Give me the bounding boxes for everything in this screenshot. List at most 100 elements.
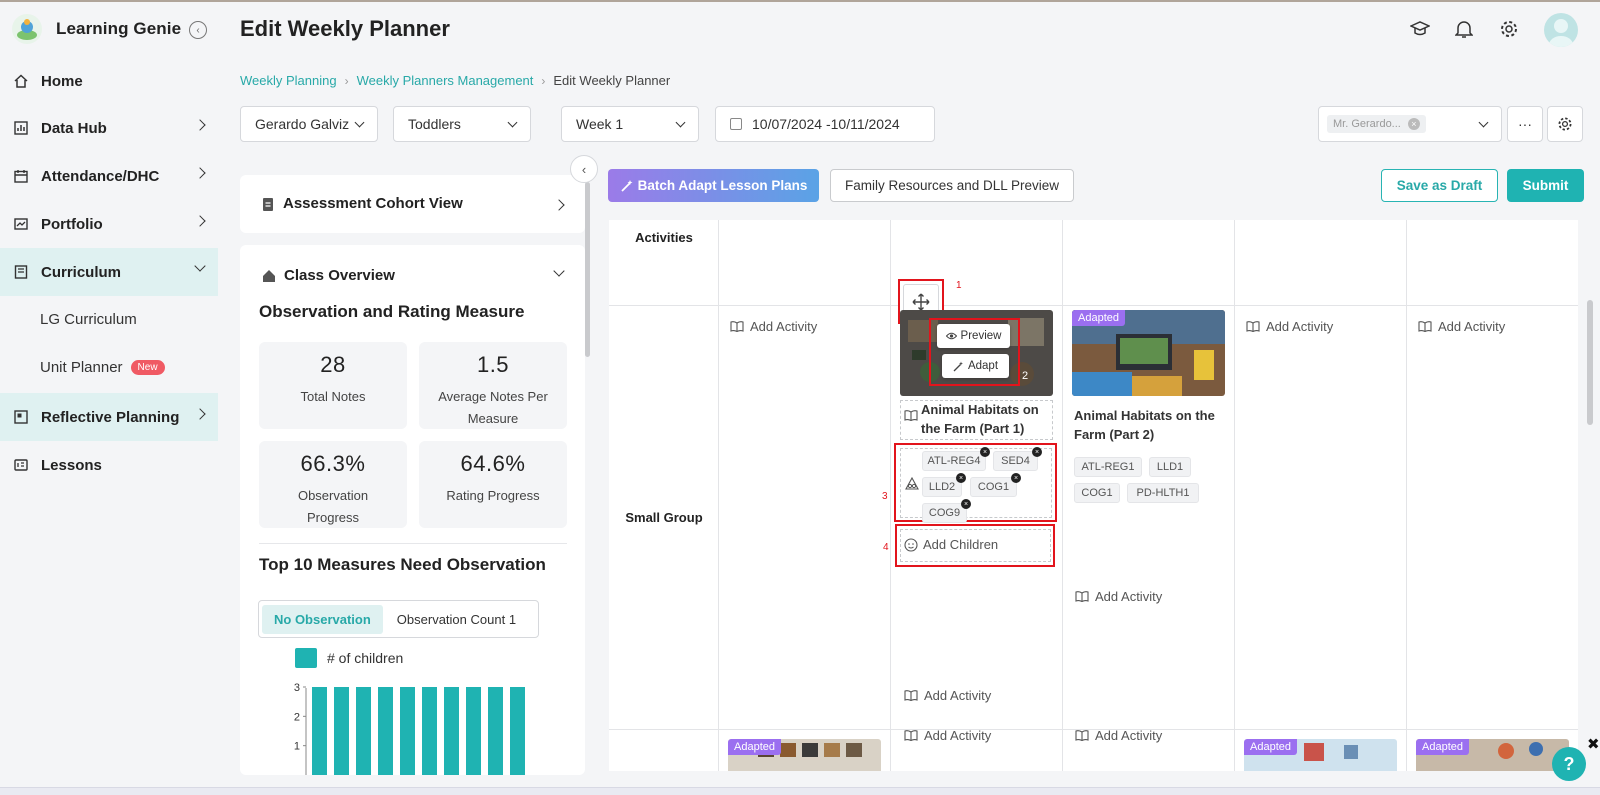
collapse-panel-icon[interactable]: ‹ <box>570 155 598 183</box>
stat-label: Average Notes Per Measure <box>438 389 548 426</box>
sidebar-item-attendance[interactable]: Attendance/DHC <box>0 152 218 200</box>
class-overview-header[interactable]: Class Overview <box>262 267 395 284</box>
group-select[interactable]: Toddlers <box>393 106 531 142</box>
remove-tag-icon[interactable]: × <box>980 447 990 457</box>
batch-adapt-button[interactable]: Batch Adapt Lesson Plans <box>608 169 819 202</box>
chevron-down-icon[interactable] <box>553 265 565 277</box>
remove-tag-icon[interactable]: × <box>961 499 971 509</box>
add-activity-link[interactable]: Add Activity <box>1418 319 1505 334</box>
measure-tag: SED4 × <box>993 447 1042 471</box>
add-activity-link[interactable]: Add Activity <box>1075 728 1162 743</box>
add-activity-link[interactable]: Add Activity <box>1246 319 1333 334</box>
sidebar-item-label: Portfolio <box>41 215 103 233</box>
add-children-link[interactable]: Add Children <box>904 537 998 552</box>
add-activity-link[interactable]: Add Activity <box>904 688 991 703</box>
marker-4-number: 4 <box>883 542 889 553</box>
more-options-button[interactable]: ··· <box>1507 106 1543 142</box>
calendar-icon <box>14 169 28 183</box>
help-button[interactable]: ? <box>1552 747 1586 781</box>
remove-tag-icon[interactable]: × <box>1032 447 1042 457</box>
marker-2-number: 2 <box>1022 370 1029 382</box>
next-row-thumbnail[interactable]: Adapted <box>1416 739 1569 771</box>
sidebar-item-label: Attendance/DHC <box>41 167 160 185</box>
next-row-thumbnail[interactable]: Adapted <box>728 739 881 771</box>
chart-bar[interactable] <box>312 687 327 775</box>
collapse-sidebar-icon[interactable]: ‹ <box>189 21 207 39</box>
breadcrumb-current: Edit Weekly Planner <box>553 73 671 88</box>
close-icon[interactable]: ✖ <box>1587 735 1600 753</box>
chart-legend: # of children <box>295 648 403 668</box>
tab-observation-count[interactable]: Observation Count 1 <box>383 605 530 634</box>
calendar-icon <box>730 118 742 130</box>
preview-button[interactable]: Preview <box>937 324 1010 348</box>
grid-scrollbar[interactable] <box>1587 300 1593 425</box>
home-icon <box>14 74 28 88</box>
sidebar-item-curriculum[interactable]: Curriculum <box>0 248 218 296</box>
remove-tag-icon[interactable]: × <box>1407 118 1420 130</box>
cohort-view-card[interactable]: Assessment Cohort View <box>240 175 585 233</box>
sidebar-item-lessons[interactable]: Lessons <box>0 441 218 489</box>
tab-no-observation[interactable]: No Observation <box>262 604 383 634</box>
add-activity-label: Add Activity <box>1438 319 1506 334</box>
teacher-select[interactable]: Gerardo Galviz <box>240 106 378 142</box>
y-tick-label: 2 <box>294 711 300 723</box>
left-panel-scrollbar[interactable] <box>585 182 590 357</box>
graduation-cap-icon[interactable] <box>1409 18 1431 40</box>
week-select[interactable]: Week 1 <box>561 106 699 142</box>
lesson1-title[interactable]: Animal Habitats on the Farm (Part 1) <box>921 400 1049 438</box>
family-resources-label: Family Resources and DLL Preview <box>844 178 1060 193</box>
chart-bar[interactable] <box>422 687 437 775</box>
book-icon <box>1418 321 1432 332</box>
add-activity-link[interactable]: Add Activity <box>730 319 817 334</box>
column-divider <box>890 220 891 771</box>
date-range-picker[interactable]: 10/07/2024 -10/11/2024 <box>715 106 935 142</box>
breadcrumb-separator-icon: › <box>344 73 349 88</box>
cohort-view-title: Assessment Cohort View <box>262 195 463 212</box>
adapt-button[interactable]: Adapt <box>942 354 1009 378</box>
chart-bar[interactable] <box>400 687 415 775</box>
save-draft-button[interactable]: Save as Draft <box>1381 169 1498 202</box>
chart-bar[interactable] <box>356 687 371 775</box>
sidebar-item-label: Home <box>41 72 83 90</box>
adapted-badge: Adapted <box>1416 739 1469 755</box>
brand[interactable]: Learning Genie <box>12 12 181 46</box>
breadcrumb-planners-management[interactable]: Weekly Planners Management <box>357 73 534 88</box>
book-icon <box>1246 321 1260 332</box>
lesson2-thumbnail[interactable]: Adapted <box>1072 310 1225 396</box>
measure-tag-label: ATL-REG1 <box>1081 461 1135 473</box>
remove-tag-icon[interactable]: × <box>956 473 966 483</box>
notification-bell-icon[interactable] <box>1453 18 1475 40</box>
chart-bar[interactable] <box>378 687 393 775</box>
next-row-thumbnail[interactable]: Adapted <box>1244 739 1397 771</box>
sidebar-subitem-lg-curriculum[interactable]: LG Curriculum <box>40 311 137 328</box>
chart-bar[interactable] <box>444 687 459 775</box>
sidebar-item-home[interactable]: Home <box>0 57 218 105</box>
observation-toggle: No Observation Observation Count 1 <box>258 600 539 638</box>
date-range-value: 10/07/2024 -10/11/2024 <box>752 116 900 132</box>
chart-bar[interactable] <box>334 687 349 775</box>
breadcrumb-weekly-planning[interactable]: Weekly Planning <box>240 73 337 88</box>
teacher-multiselect[interactable]: Mr. Gerardo... × <box>1318 106 1502 142</box>
add-activity-link[interactable]: Add Activity <box>904 728 991 743</box>
chart-bar[interactable] <box>510 687 525 775</box>
measure-tag: COG1 × <box>970 473 1021 497</box>
measure-tag: COG9 × <box>922 499 971 523</box>
settings-gear-icon[interactable] <box>1498 18 1520 40</box>
adapt-label: Adapt <box>967 360 999 372</box>
sidebar-item-data-hub[interactable]: Data Hub <box>0 104 218 152</box>
book-icon <box>904 690 918 701</box>
chart-bar[interactable] <box>488 687 503 775</box>
measure-tag-label: ATL-REG4 <box>927 455 981 467</box>
lesson2-title[interactable]: Animal Habitats on the Farm (Part 2) <box>1074 406 1224 444</box>
add-activity-link[interactable]: Add Activity <box>1075 589 1162 604</box>
sidebar-item-portfolio[interactable]: Portfolio <box>0 200 218 248</box>
submit-button[interactable]: Submit <box>1507 169 1584 202</box>
sidebar-item-reflective-planning[interactable]: Reflective Planning <box>0 393 218 441</box>
user-avatar[interactable] <box>1544 13 1578 47</box>
family-resources-button[interactable]: Family Resources and DLL Preview <box>830 169 1074 202</box>
sidebar: Learning Genie ‹ Home Data Hub Attendanc… <box>0 2 218 787</box>
planner-settings-button[interactable] <box>1547 106 1583 142</box>
sidebar-subitem-unit-planner[interactable]: Unit Planner New <box>40 359 165 376</box>
chart-bar[interactable] <box>466 687 481 775</box>
remove-tag-icon[interactable]: × <box>1011 473 1021 483</box>
